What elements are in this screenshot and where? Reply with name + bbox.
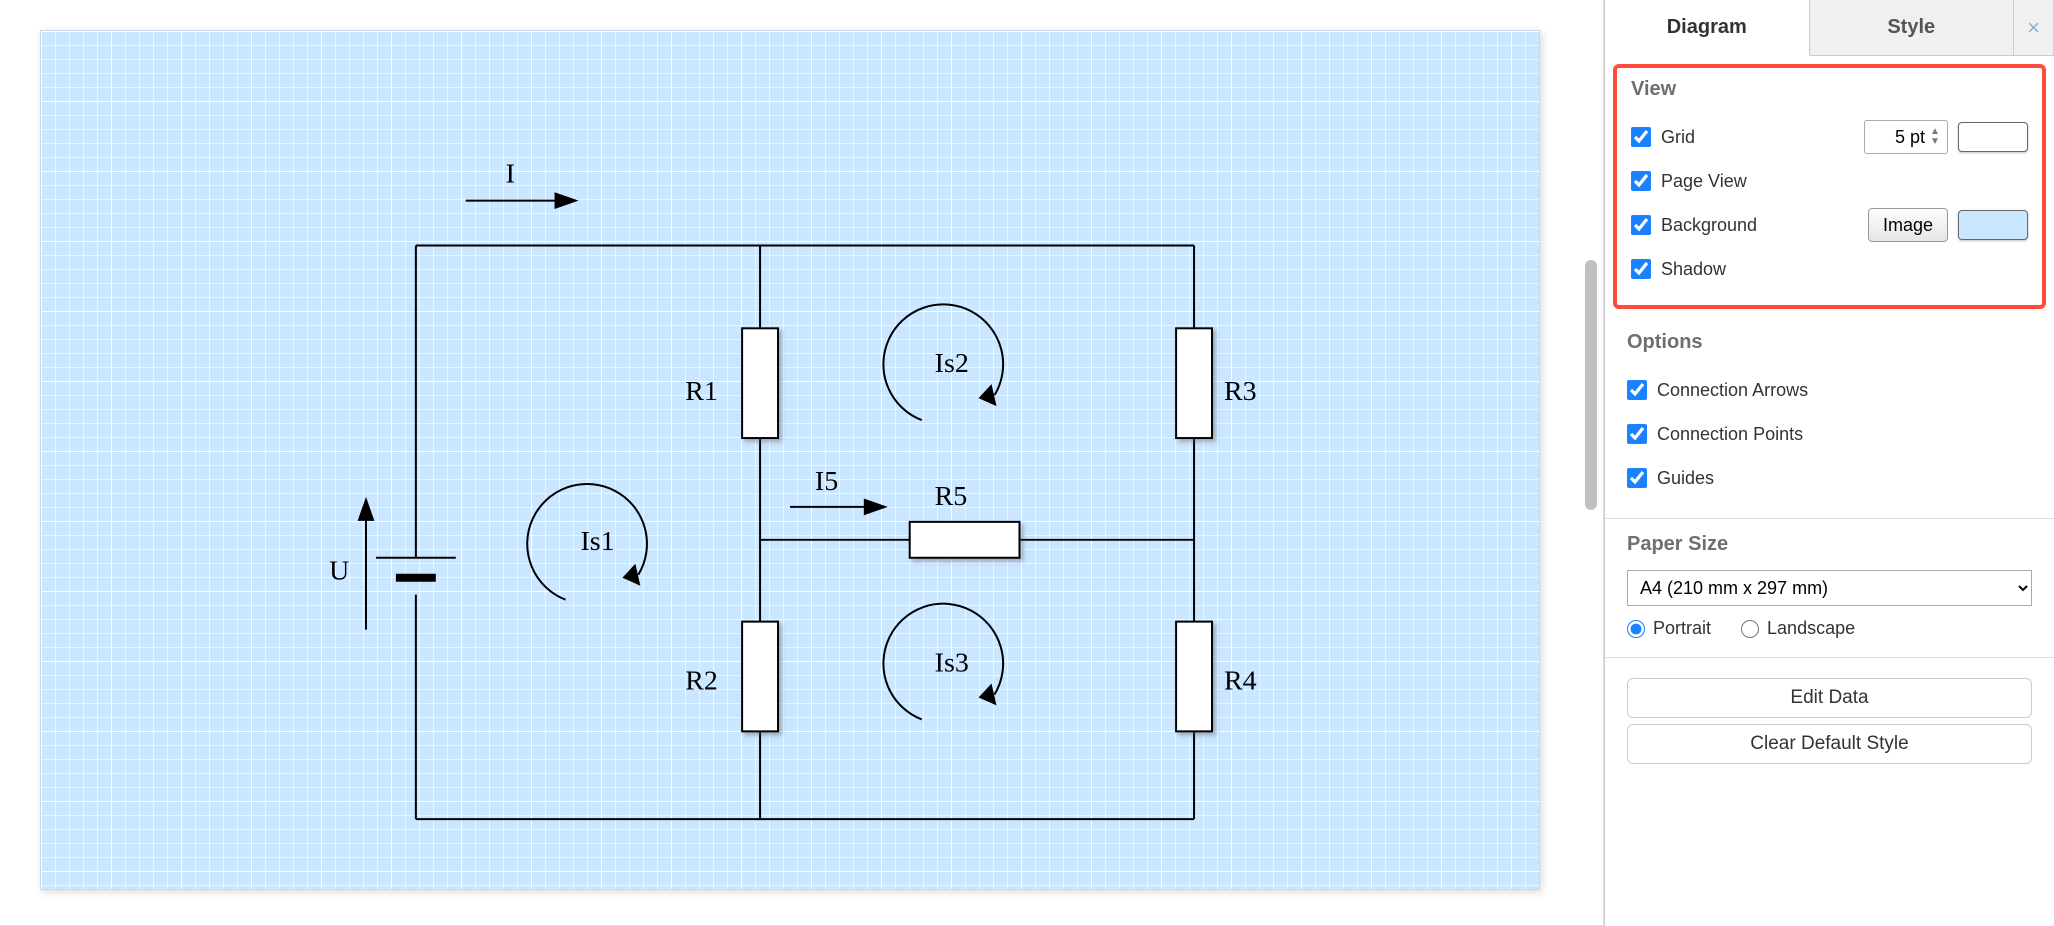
paper-size-title: Paper Size — [1627, 533, 2032, 556]
label-U: U — [329, 556, 349, 587]
label-Is3: Is3 — [935, 648, 969, 679]
pageview-checkbox-label[interactable]: Page View — [1631, 171, 1747, 192]
scrollbar-vertical[interactable] — [1585, 260, 1597, 510]
view-section-title: View — [1631, 78, 2028, 101]
label-R3: R3 — [1224, 376, 1257, 407]
options-section-title: Options — [1627, 331, 2032, 354]
options-section: Options Connection Arrows Connection Poi… — [1605, 317, 2054, 519]
label-R2: R2 — [685, 665, 718, 696]
grid-checkbox[interactable] — [1631, 127, 1651, 147]
guides-checkbox[interactable] — [1627, 468, 1647, 488]
circuit-diagram: U I R1 R2 R3 R4 — [41, 31, 1539, 889]
landscape-radio[interactable] — [1741, 620, 1759, 638]
shadow-checkbox[interactable] — [1631, 259, 1651, 279]
shadow-checkbox-label[interactable]: Shadow — [1631, 259, 1726, 280]
landscape-radio-label[interactable]: Landscape — [1741, 618, 1855, 639]
guides-label[interactable]: Guides — [1627, 468, 1714, 489]
background-checkbox[interactable] — [1631, 215, 1651, 235]
label-R1: R1 — [685, 376, 718, 407]
background-image-button[interactable]: Image — [1868, 208, 1948, 242]
grid-checkbox-label[interactable]: Grid — [1631, 127, 1695, 148]
label-I: I — [506, 159, 515, 190]
tab-diagram[interactable]: Diagram — [1605, 0, 1810, 56]
connection-arrows-checkbox[interactable] — [1627, 380, 1647, 400]
label-Is1: Is1 — [580, 526, 614, 557]
stepper-arrows-icon[interactable]: ▲▼ — [1930, 122, 1946, 152]
background-checkbox-label[interactable]: Background — [1631, 215, 1757, 236]
label-R5: R5 — [935, 481, 968, 512]
format-sidebar: Diagram Style × View Grid ▲▼ Page View — [1604, 0, 2054, 926]
label-I5: I5 — [815, 466, 838, 497]
connection-points-checkbox[interactable] — [1627, 424, 1647, 444]
connection-arrows-label[interactable]: Connection Arrows — [1627, 380, 1808, 401]
sidebar-tabs: Diagram Style × — [1605, 0, 2054, 56]
background-color-swatch[interactable] — [1958, 210, 2028, 240]
portrait-radio-label[interactable]: Portrait — [1627, 618, 1711, 639]
grid-size-stepper[interactable]: ▲▼ — [1864, 120, 1948, 154]
tab-close-icon[interactable]: × — [2014, 0, 2054, 55]
tab-style[interactable]: Style — [1810, 0, 2015, 55]
label-R4: R4 — [1224, 665, 1257, 696]
actions-section: Edit Data Clear Default Style — [1605, 658, 2054, 782]
view-section-highlight: View Grid ▲▼ Page View Background — [1613, 64, 2046, 309]
paper-size-section: Paper Size A4 (210 mm x 297 mm) Portrait… — [1605, 519, 2054, 658]
pageview-checkbox[interactable] — [1631, 171, 1651, 191]
clear-default-style-button[interactable]: Clear Default Style — [1627, 724, 2032, 764]
page-canvas[interactable]: U I R1 R2 R3 R4 — [40, 30, 1540, 890]
paper-size-select[interactable]: A4 (210 mm x 297 mm) — [1627, 570, 2032, 606]
edit-data-button[interactable]: Edit Data — [1627, 678, 2032, 718]
connection-points-label[interactable]: Connection Points — [1627, 424, 1803, 445]
canvas-area[interactable]: U I R1 R2 R3 R4 — [0, 0, 1604, 926]
label-Is2: Is2 — [935, 348, 969, 379]
grid-color-swatch[interactable] — [1958, 122, 2028, 152]
portrait-radio[interactable] — [1627, 620, 1645, 638]
